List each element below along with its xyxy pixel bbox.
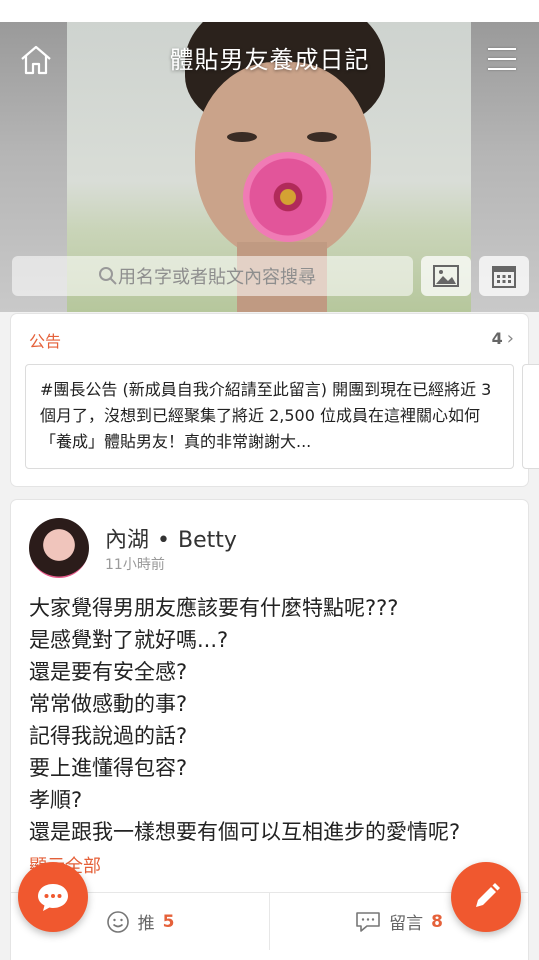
search-input[interactable]: 用名字或者貼文內容搜尋 <box>12 256 413 296</box>
status-bar <box>0 0 539 22</box>
author-name: Betty <box>178 528 237 553</box>
author-separator: • <box>157 528 170 553</box>
post-author[interactable]: 內湖 • Betty <box>105 522 237 554</box>
chevron-right-icon: › <box>506 328 514 349</box>
avatar[interactable] <box>29 518 89 578</box>
flower-image <box>243 152 333 242</box>
photo-button[interactable] <box>421 256 471 296</box>
post-line: 要上進懂得包容? <box>29 756 188 780</box>
menu-icon[interactable] <box>488 48 516 72</box>
smiley-icon <box>106 910 129 933</box>
photo-icon <box>433 265 459 287</box>
post-line: 還是要有安全感? <box>29 660 188 684</box>
notice-item[interactable]: #團長公告 (新成員自我介紹請至此留言) 開團到現在已經將近 3 個月了，沒想到… <box>25 364 514 469</box>
notice-card[interactable]: 公告 4 › #團長公告 (新成員自我介紹請至此留言) 開團到現在已經將近 3 … <box>11 314 539 486</box>
group-title: 體貼男友養成日記 <box>169 46 370 74</box>
home-icon[interactable] <box>19 44 53 76</box>
comment-label: 留言 <box>389 914 424 934</box>
post-line: 孝順? <box>29 788 83 812</box>
like-count: 5 <box>162 911 175 932</box>
post-content[interactable]: 大家覺得男朋友應該要有什麼特點呢??? 是感覺對了就好嗎...? 還是要有安全感… <box>29 592 519 848</box>
pencil-icon <box>476 883 500 907</box>
notice-text: #團長公告 (新成員自我介紹請至此留言) 開團到現在已經將近 3 個月了，沒想到… <box>40 380 492 451</box>
post-line: 是感覺對了就好嗎...? <box>29 628 229 652</box>
search-placeholder: 用名字或者貼文內容搜尋 <box>118 267 316 288</box>
notice-count[interactable]: 4 › <box>492 328 514 349</box>
compose-button[interactable] <box>451 862 521 932</box>
comment-icon <box>356 911 380 932</box>
like-label: 推 <box>137 914 155 934</box>
chat-button[interactable] <box>18 862 88 932</box>
post-line: 常常做感動的事? <box>29 692 188 716</box>
post-line: 還是跟我一樣想要有個可以互相進步的愛情呢? <box>29 820 461 844</box>
author-location: 內湖 <box>105 528 150 553</box>
notice-title: 公告 <box>29 332 62 351</box>
comment-count: 8 <box>431 911 443 932</box>
calendar-icon <box>492 266 516 288</box>
notice-item-next[interactable] <box>522 364 539 469</box>
calendar-button[interactable] <box>479 256 529 296</box>
post-line: 大家覺得男朋友應該要有什麼特點呢??? <box>29 596 399 620</box>
chat-bubble-icon <box>38 884 68 911</box>
post-line: 記得我說過的話? <box>29 724 188 748</box>
post-timestamp: 11小時前 <box>105 557 165 573</box>
notice-count-value: 4 <box>491 329 503 348</box>
search-icon <box>99 267 117 285</box>
